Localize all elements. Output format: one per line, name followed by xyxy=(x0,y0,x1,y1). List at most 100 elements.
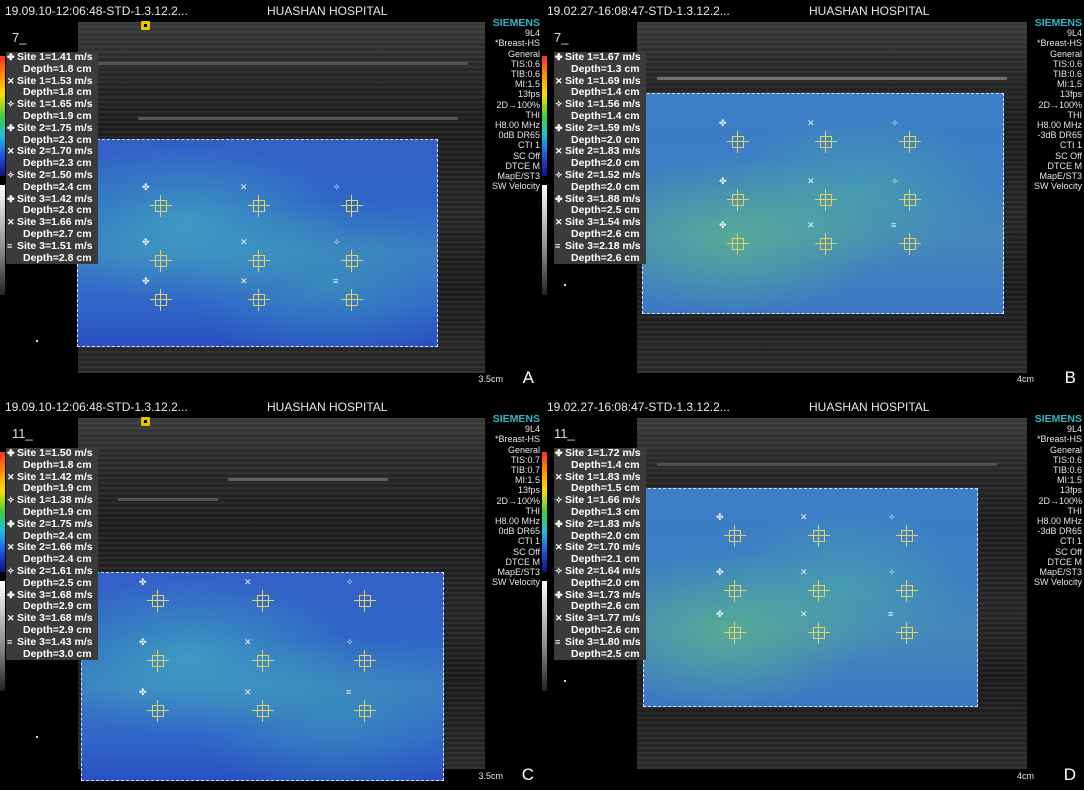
site-marker-icon: ✕ xyxy=(555,146,563,157)
shear-wave-cursor-icon[interactable] xyxy=(808,580,830,602)
shear-wave-cursor-icon[interactable] xyxy=(252,650,274,672)
scanner-settings: SIEMENS 9L4 *Breast-HS General TIS:0.6 TIB:0.… xyxy=(1030,414,1082,588)
shear-wave-cursor-icon[interactable] xyxy=(896,580,918,602)
study-id: 19.09.10-12:06:48-STD-1.3.12.2... xyxy=(5,4,188,18)
site-velocity-text: Site 1=1.41 m/s xyxy=(17,51,93,63)
scanner-settings: SIEMENS 9L4 *Breast-HS General TIS:0.6 TIB:0.… xyxy=(488,18,541,192)
site-marker-icon: ✤ xyxy=(7,193,15,204)
scanner-setting: 9L4 xyxy=(1066,28,1082,39)
shear-wave-cursor-icon[interactable] xyxy=(248,195,270,217)
site-marker-icon: ✕ xyxy=(555,542,563,553)
panel-label: B xyxy=(1064,368,1076,387)
site-marker-icon: ✤ xyxy=(719,176,727,186)
shear-wave-cursor-icon[interactable] xyxy=(727,189,749,211)
shear-wave-cursor-icon[interactable] xyxy=(815,189,837,211)
site-velocity-text: Site 1=1.65 m/s xyxy=(17,98,93,111)
site-velocity-label: ≡ Site 3=1.51 m/s xyxy=(6,240,98,253)
site-velocity-text: Site 3=1.77 m/s xyxy=(565,612,641,625)
hospital-name: HUASHAN HOSPITAL xyxy=(267,400,388,414)
hospital-name: HUASHAN HOSPITAL xyxy=(267,4,388,18)
study-id: 19.09.10-12:06:48-STD-1.3.12.2... xyxy=(5,400,188,414)
site-velocity-text: Site 3=1.43 m/s xyxy=(17,635,93,648)
shear-wave-cursor-icon[interactable] xyxy=(899,189,921,211)
shear-wave-cursor-icon[interactable] xyxy=(147,590,169,612)
site-marker-icon: ✤ xyxy=(716,609,724,619)
shear-wave-cursor-icon[interactable] xyxy=(354,700,376,722)
scanner-setting: 13fps xyxy=(1059,485,1082,496)
shear-wave-cursor-icon[interactable] xyxy=(147,650,169,672)
elastography-roi[interactable] xyxy=(77,139,438,347)
depth-dot xyxy=(564,284,566,286)
scanner-setting: THI xyxy=(525,505,541,516)
shear-wave-cursor-icon[interactable] xyxy=(248,250,270,272)
site-depth-label: Depth=2.6 cm xyxy=(554,252,646,265)
grayscale-bar xyxy=(542,581,547,691)
velocity-color-scale xyxy=(542,452,547,572)
shear-wave-cursor-icon[interactable] xyxy=(815,233,837,255)
site-marker-icon: ✤ xyxy=(555,589,563,600)
scanner-setting: *Breast-HS xyxy=(1036,434,1082,445)
scanner-setting: *Breast-HS xyxy=(494,434,540,445)
shear-wave-cursor-icon[interactable] xyxy=(724,580,746,602)
site-marker-icon: ✧ xyxy=(346,577,354,587)
scanner-setting: THI xyxy=(525,109,541,120)
site-marker-icon: ✤ xyxy=(139,687,147,697)
shear-wave-cursor-icon[interactable] xyxy=(896,525,918,547)
shear-wave-cursor-icon[interactable] xyxy=(354,590,376,612)
shear-wave-cursor-icon[interactable] xyxy=(815,131,837,153)
shear-wave-cursor-icon[interactable] xyxy=(808,525,830,547)
site-marker-icon: ≡ xyxy=(346,687,352,697)
shear-wave-cursor-icon[interactable] xyxy=(724,622,746,644)
scanner-setting: General xyxy=(507,444,540,455)
velocity-color-scale xyxy=(0,56,5,176)
shear-wave-cursor-icon[interactable] xyxy=(899,233,921,255)
shear-wave-cursor-icon[interactable] xyxy=(896,622,918,644)
shear-wave-cursor-icon[interactable] xyxy=(899,131,921,153)
site-velocity-text: Site 2=1.75 m/s xyxy=(17,517,93,530)
site-velocity-text: Site 1=1.42 m/s xyxy=(17,470,93,483)
shear-wave-cursor-icon[interactable] xyxy=(150,289,172,311)
shear-wave-cursor-icon[interactable] xyxy=(727,131,749,153)
scanner-setting: *Breast-HS xyxy=(1036,38,1082,49)
site-marker-icon: ✤ xyxy=(555,448,563,458)
site-marker-icon: ✕ xyxy=(240,237,248,247)
scanner-setting: CTI 1 xyxy=(1059,140,1082,151)
site-marker-icon: ✤ xyxy=(555,52,563,62)
scanner-setting: SC Off xyxy=(513,150,540,161)
site-velocity-label: ✧ Site 2=1.64 m/s xyxy=(554,565,646,578)
shear-wave-cursor-icon[interactable] xyxy=(150,250,172,272)
panel-b: 19.02.27-16:08:47-STD-1.3.12.2... HUASHA… xyxy=(542,0,1084,393)
scanner-setting: MI:1.5 xyxy=(514,475,540,486)
site-marker-icon: ✕ xyxy=(555,471,563,482)
site-marker-icon: ✤ xyxy=(555,193,563,204)
site-marker-icon: ✕ xyxy=(555,217,563,228)
velocity-color-scale xyxy=(542,56,547,176)
shear-wave-cursor-icon[interactable] xyxy=(808,622,830,644)
shear-wave-cursor-icon[interactable] xyxy=(724,525,746,547)
probe-orientation-marker xyxy=(141,21,150,30)
shear-wave-cursor-icon[interactable] xyxy=(341,195,363,217)
site-velocity-label: ✧ Site 2=1.52 m/s xyxy=(554,169,646,182)
site-marker-icon: ✕ xyxy=(807,176,815,186)
site-marker-icon: ✤ xyxy=(139,577,147,587)
shear-wave-cursor-icon[interactable] xyxy=(727,233,749,255)
shear-wave-cursor-icon[interactable] xyxy=(341,250,363,272)
panel-label: C xyxy=(521,765,534,784)
shear-wave-cursor-icon[interactable] xyxy=(252,700,274,722)
shear-wave-cursor-icon[interactable] xyxy=(147,700,169,722)
shear-wave-cursor-icon[interactable] xyxy=(252,590,274,612)
shear-wave-cursor-icon[interactable] xyxy=(248,289,270,311)
shear-wave-cursor-icon[interactable] xyxy=(150,195,172,217)
scanner-setting: THI xyxy=(1067,109,1083,120)
scanner-setting: 9L4 xyxy=(524,28,540,39)
panel-header: 19.02.27-16:08:47-STD-1.3.12.2... HUASHA… xyxy=(542,0,1084,20)
scanner-brand: SIEMENS xyxy=(1034,17,1082,29)
grayscale-bar xyxy=(0,185,5,295)
shear-wave-cursor-icon[interactable] xyxy=(354,650,376,672)
scanner-setting: 9L4 xyxy=(1066,424,1082,435)
tissue-band xyxy=(228,478,388,481)
scanner-setting: TIS:0.6 xyxy=(1052,454,1082,465)
shear-wave-cursor-icon[interactable] xyxy=(341,289,363,311)
scanner-setting: 13fps xyxy=(1059,89,1082,100)
scanner-setting: 2D→100% xyxy=(1038,495,1082,506)
